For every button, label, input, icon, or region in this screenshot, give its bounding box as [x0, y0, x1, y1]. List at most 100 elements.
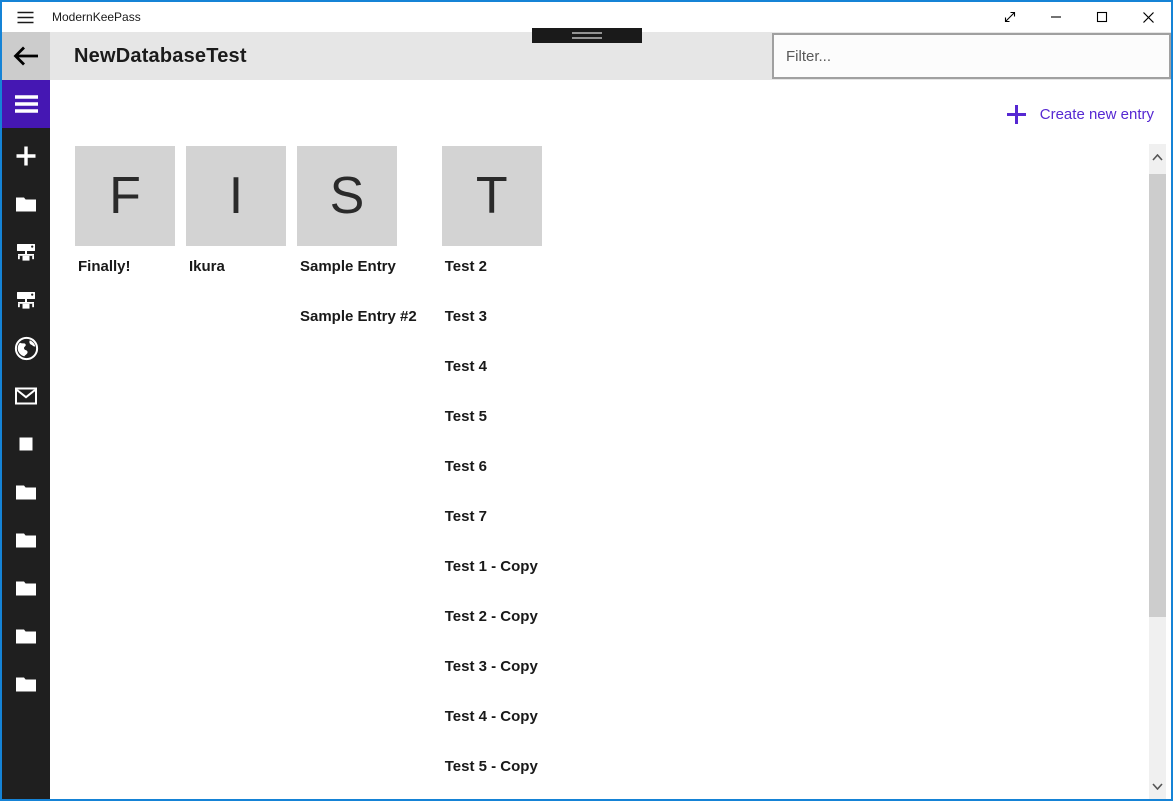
maximize-icon — [1096, 11, 1108, 23]
entry-label: Test 4 - Copy — [445, 708, 538, 725]
entry-label: Test 7 — [445, 508, 487, 525]
sidebar-item-2[interactable] — [2, 228, 50, 276]
sidebar-item-11[interactable] — [2, 660, 50, 708]
entry-label: Finally! — [78, 258, 131, 275]
scroll-thumb[interactable] — [1149, 174, 1166, 617]
entry-label: Test 1 - Copy — [445, 558, 538, 575]
hamburger-icon — [15, 95, 38, 113]
sidebar-item-6[interactable] — [2, 420, 50, 468]
main-content: Create new entry F Finally! I Ikura S Sa… — [50, 80, 1171, 799]
sidebar-menu-toggle[interactable] — [2, 80, 50, 128]
close-icon — [1142, 11, 1155, 24]
group-header-letter: F — [109, 170, 141, 222]
entry-label: Sample Entry #2 — [300, 308, 417, 325]
entry-list-item[interactable]: Test 2 — [442, 254, 552, 304]
network-drive-icon — [14, 288, 38, 312]
folder-icon — [14, 528, 38, 552]
scroll-up-button[interactable] — [1149, 148, 1166, 166]
group-header-letter: I — [229, 170, 243, 222]
commandbar-handle[interactable] — [532, 28, 642, 43]
sidebar-item-9[interactable] — [2, 564, 50, 612]
mail-icon — [14, 384, 38, 408]
fullscreen-button[interactable] — [987, 2, 1033, 32]
minimize-icon — [1050, 11, 1062, 23]
sidebar-item-1[interactable] — [2, 180, 50, 228]
entry-list-item[interactable]: Sample Entry — [297, 254, 431, 304]
sidebar-item-5[interactable] — [2, 372, 50, 420]
folder-icon — [14, 672, 38, 696]
square-icon — [14, 432, 38, 456]
folder-icon — [14, 576, 38, 600]
entry-label: Test 4 — [445, 358, 487, 375]
entry-label: Test 2 — [445, 258, 487, 275]
scroll-down-button[interactable] — [1149, 777, 1166, 795]
back-button[interactable] — [2, 32, 50, 80]
filter-input[interactable] — [772, 33, 1171, 79]
group-header-tile[interactable]: T — [442, 146, 542, 246]
entry-list-item[interactable]: Test 7 — [442, 504, 552, 554]
group-header-tile[interactable]: I — [186, 146, 286, 246]
network-drive-icon — [14, 240, 38, 264]
add-icon — [14, 144, 38, 168]
group-header-tile[interactable]: S — [297, 146, 397, 246]
folder-icon — [14, 624, 38, 648]
entry-list-item[interactable]: Test 3 — [442, 304, 552, 354]
entry-group: S Sample Entry Sample Entry #2 — [297, 146, 431, 354]
entry-list-item[interactable]: Test 6 — [442, 454, 552, 504]
commandbar-grip-icon — [572, 32, 602, 39]
page-title: NewDatabaseTest — [74, 45, 247, 68]
sidebar-item-0[interactable] — [2, 132, 50, 180]
sidebar — [2, 80, 50, 799]
plus-icon — [1006, 104, 1027, 125]
fullscreen-icon — [1002, 9, 1018, 25]
group-header-letter: S — [330, 170, 365, 222]
sidebar-item-3[interactable] — [2, 276, 50, 324]
globe-icon — [14, 336, 39, 361]
group-header-letter: T — [476, 170, 508, 222]
entry-list-item[interactable]: Test 1 - Copy — [442, 554, 552, 604]
entry-list-item[interactable]: Ikura — [186, 254, 286, 304]
sidebar-item-4[interactable] — [2, 324, 50, 372]
entry-list-item[interactable]: Finally! — [75, 254, 175, 304]
app-title: ModernKeePass — [52, 10, 141, 24]
entry-list-item[interactable]: Test 5 - Copy — [442, 754, 552, 801]
sidebar-item-8[interactable] — [2, 516, 50, 564]
group-items: Test 2 Test 3 Test 4 Test 5 Test 6 Test … — [442, 254, 552, 801]
entry-group: T Test 2 Test 3 Test 4 Test 5 Test 6 Tes… — [442, 146, 552, 801]
chevron-down-icon — [1152, 783, 1163, 790]
group-items: Ikura — [186, 254, 286, 304]
sidebar-nav-list — [2, 132, 50, 708]
folder-icon — [14, 192, 38, 216]
entry-label: Test 3 — [445, 308, 487, 325]
entry-label: Test 5 - Copy — [445, 758, 538, 775]
entry-list-item[interactable]: Test 3 - Copy — [442, 654, 552, 704]
minimize-button[interactable] — [1033, 2, 1079, 32]
back-arrow-icon — [13, 45, 39, 67]
maximize-button[interactable] — [1079, 2, 1125, 32]
group-header-tile[interactable]: F — [75, 146, 175, 246]
entry-label: Test 2 - Copy — [445, 608, 538, 625]
folder-icon — [14, 480, 38, 504]
entry-list-item[interactable]: Test 5 — [442, 404, 552, 454]
vertical-scrollbar[interactable] — [1149, 144, 1166, 799]
entry-list-item[interactable]: Test 4 - Copy — [442, 704, 552, 754]
sidebar-item-7[interactable] — [2, 468, 50, 516]
entry-list-item[interactable]: Test 4 — [442, 354, 552, 404]
entry-label: Sample Entry — [300, 258, 396, 275]
entry-group: F Finally! — [75, 146, 175, 304]
entry-groups: F Finally! I Ikura S Sample Entry Sample… — [75, 146, 563, 801]
app-window: ModernKeePass NewDatabaseTest — [0, 0, 1173, 801]
group-items: Finally! — [75, 254, 175, 304]
window-controls — [987, 2, 1171, 32]
titlebar-hamburger-icon[interactable] — [2, 2, 48, 32]
sidebar-item-10[interactable] — [2, 612, 50, 660]
entry-list-item[interactable]: Sample Entry #2 — [297, 304, 431, 354]
entry-list-item[interactable]: Test 2 - Copy — [442, 604, 552, 654]
entry-label: Test 5 — [445, 408, 487, 425]
group-items: Sample Entry Sample Entry #2 — [297, 254, 431, 354]
entry-label: Ikura — [189, 258, 225, 275]
close-button[interactable] — [1125, 2, 1171, 32]
chevron-up-icon — [1152, 154, 1163, 161]
entry-label: Test 6 — [445, 458, 487, 475]
create-new-entry-button[interactable]: Create new entry — [1006, 104, 1154, 125]
